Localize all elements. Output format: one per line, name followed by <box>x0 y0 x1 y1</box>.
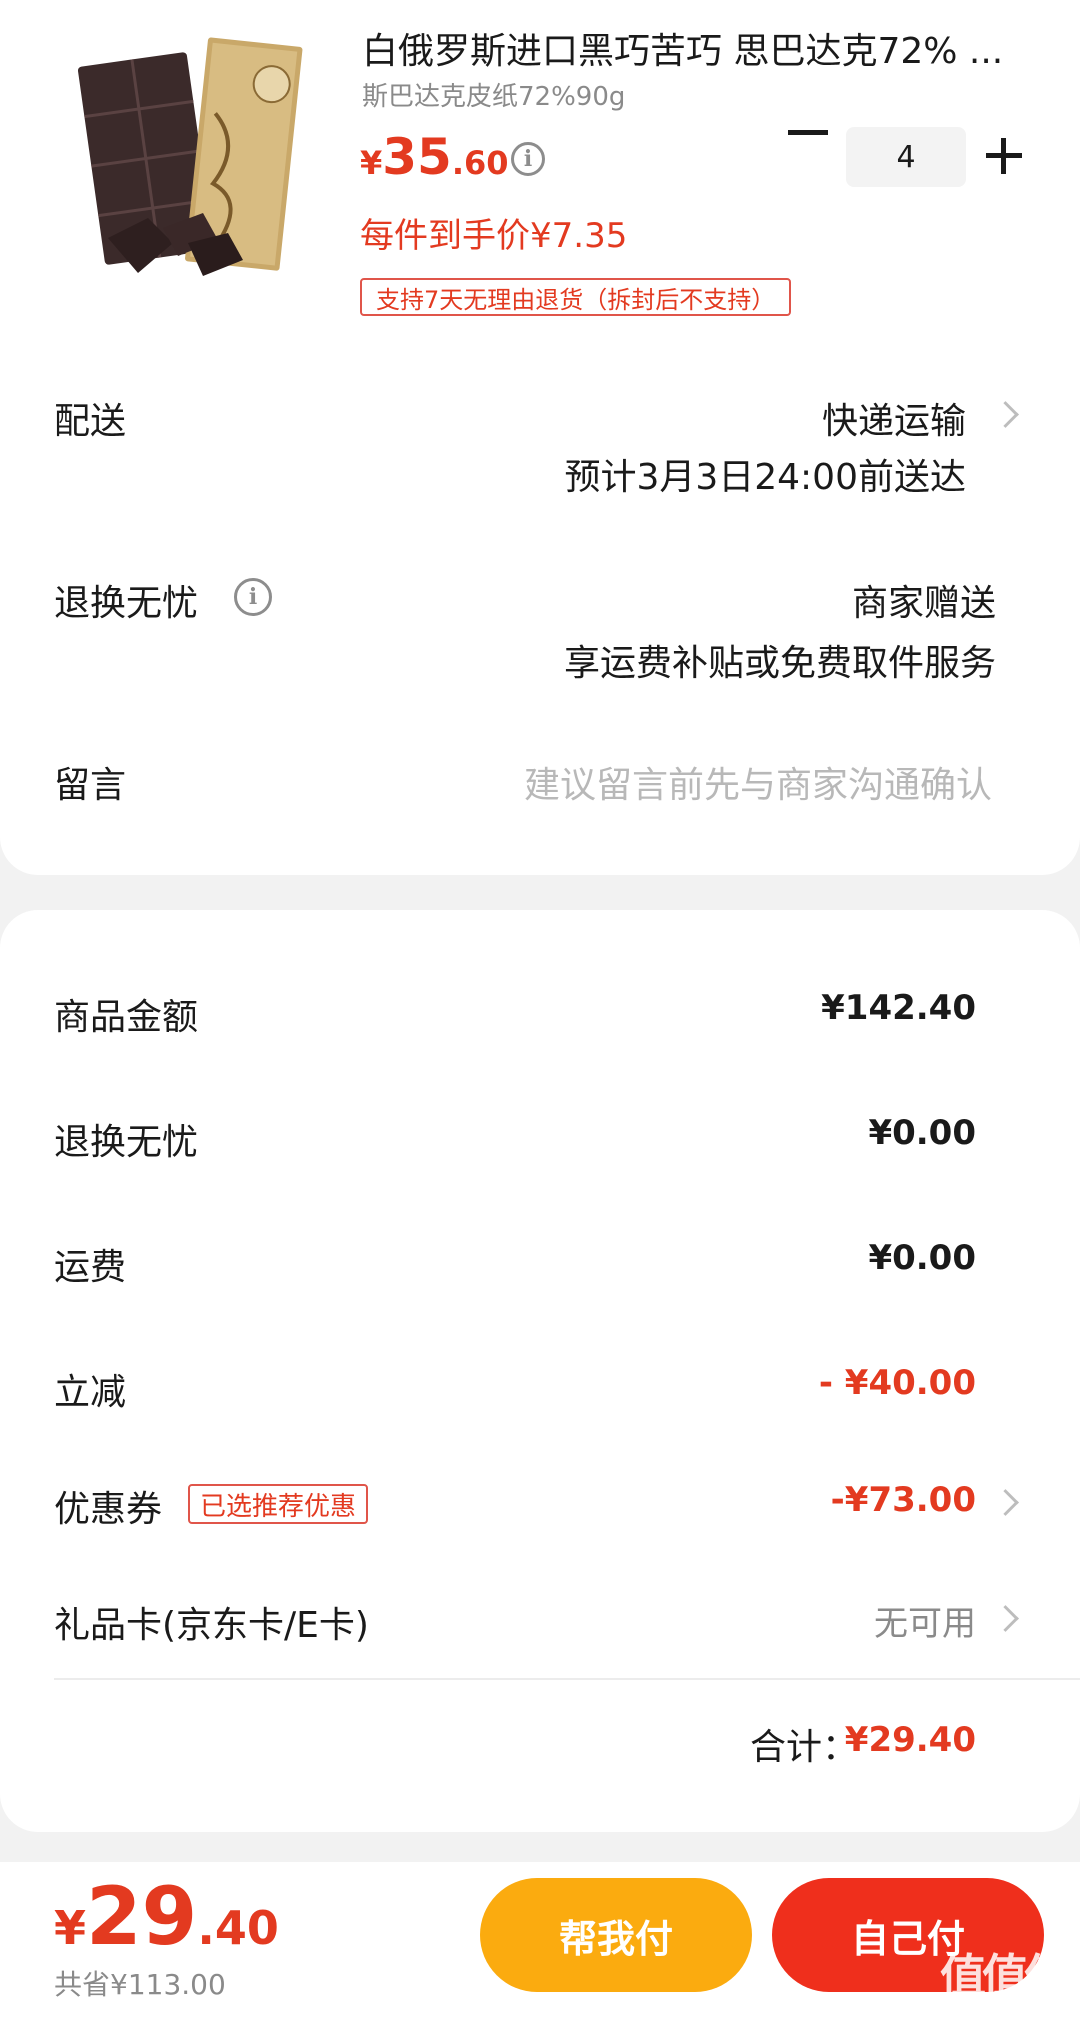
total-value: ¥29.40 <box>844 1720 976 1760</box>
worry-free-info-icon[interactable]: i <box>234 578 272 616</box>
footer-total-integer: 29 <box>86 1870 198 1963</box>
increase-quantity-icon[interactable] <box>986 138 1022 174</box>
shipping-fee-label: 运费 <box>54 1247 127 1288</box>
worry-free-gift: 商家赠送 <box>851 583 996 624</box>
price-info-icon[interactable]: i <box>511 142 545 176</box>
delivery-label: 配送 <box>54 401 127 442</box>
total-label: 合计： <box>749 1727 858 1768</box>
footer-total-symbol: ¥ <box>54 1901 87 1955</box>
shipping-fee-value: ¥0.00 <box>868 1238 976 1278</box>
gift-card-value[interactable]: 无可用 <box>874 1596 976 1645</box>
footer-total-decimal: .40 <box>197 1901 279 1955</box>
return-policy-tag: 支持7天无理由退货（拆封后不支持） <box>360 278 792 316</box>
watermark-url: zhizhizhi.com <box>944 1992 1066 2013</box>
product-title[interactable]: 白俄罗斯进口黑巧苦巧 思巴达克72% ... <box>362 22 1032 74</box>
worry-free-fee-value: ¥0.00 <box>868 1113 976 1153</box>
unit-price: 每件到手价¥7.35 <box>360 216 628 256</box>
coupon-value[interactable]: -¥73.00 <box>831 1480 976 1520</box>
gift-card-label[interactable]: 礼品卡(京东卡/E卡) <box>54 1596 369 1648</box>
goods-amount-value: ¥142.40 <box>821 988 976 1028</box>
saved-amount: 共省¥113.00 <box>54 1968 226 2001</box>
message-label: 留言 <box>54 765 127 806</box>
coupon-label[interactable]: 优惠券 <box>54 1480 162 1532</box>
worry-free-fee-label: 退换无忧 <box>54 1122 199 1163</box>
product-image[interactable] <box>78 28 308 288</box>
delivery-method[interactable]: 快递运输 <box>822 392 966 444</box>
worry-free-label: 退换无忧 <box>54 583 199 624</box>
decrease-quantity-icon[interactable] <box>788 130 828 135</box>
footer-total: ¥29.40 <box>54 1870 279 1963</box>
help-pay-button[interactable]: 帮我付 <box>480 1878 752 1992</box>
product-spec[interactable]: 斯巴达克皮纸72%90g <box>362 76 625 113</box>
summary-divider <box>54 1678 1080 1680</box>
instant-discount-label: 立减 <box>54 1372 127 1413</box>
goods-amount-label: 商品金额 <box>54 997 199 1038</box>
coupon-selected-tag[interactable]: 已选推荐优惠 <box>188 1484 369 1524</box>
message-input[interactable]: 建议留言前先与商家沟通确认 <box>524 756 992 808</box>
product-price: ¥35.60 <box>360 128 509 186</box>
instant-discount-value: - ¥40.00 <box>818 1363 976 1403</box>
delivery-eta: 预计3月3日24:00前送达 <box>564 457 966 498</box>
quantity-field[interactable]: 4 <box>846 127 966 187</box>
price-symbol: ¥ <box>360 144 383 182</box>
price-decimal: .60 <box>451 144 509 182</box>
price-integer: 35 <box>382 128 452 186</box>
worry-free-desc: 享运费补贴或免费取件服务 <box>563 643 996 684</box>
